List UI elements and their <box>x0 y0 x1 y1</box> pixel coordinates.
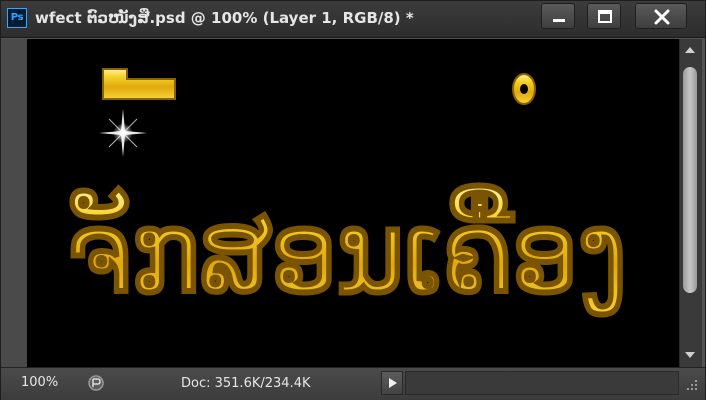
close-button[interactable] <box>635 3 687 29</box>
zoom-level-field[interactable]: 100% <box>9 372 79 394</box>
artwork-text: ຈັກສອນເຄື່ອງ <box>67 185 627 318</box>
document-status-icon[interactable] <box>87 374 105 392</box>
document-title: wfect ຕົວໜັງສື.psd @ 100% (Layer 1, RGB/… <box>35 9 414 27</box>
status-bar: 100% Doc: 351.6K/234.4K <box>1 367 705 400</box>
status-menu-button[interactable] <box>381 371 403 395</box>
vertical-scroll-thumb[interactable] <box>683 67 697 293</box>
canvas-artwork: ຈັກສອນເຄື່ອງ <box>66 68 628 319</box>
close-icon <box>654 9 670 25</box>
scroll-up-arrow-icon[interactable] <box>685 47 695 53</box>
canvas-left-margin <box>1 39 27 367</box>
scroll-down-arrow-icon[interactable] <box>685 352 695 358</box>
horizontal-scrollbar[interactable] <box>405 371 679 395</box>
maximize-button[interactable] <box>587 3 621 29</box>
minimize-icon <box>553 19 565 22</box>
photoshop-document-window: Ps wfect ຕົວໜັງສື.psd @ 100% (Layer 1, R… <box>0 0 706 400</box>
document-size-info: Doc: 351.6K/234.4K <box>181 376 311 391</box>
resize-grip-icon[interactable] <box>683 376 699 392</box>
play-arrow-icon <box>389 378 397 388</box>
title-bar[interactable]: Ps wfect ຕົວໜັງສື.psd @ 100% (Layer 1, R… <box>1 1 705 38</box>
vertical-scrollbar[interactable] <box>679 39 702 367</box>
photoshop-logo-icon: Ps <box>7 8 27 28</box>
minimize-button[interactable] <box>541 3 575 29</box>
document-canvas[interactable]: ຈັກສອນເຄື່ອງ <box>27 39 679 367</box>
maximize-icon <box>598 10 612 23</box>
